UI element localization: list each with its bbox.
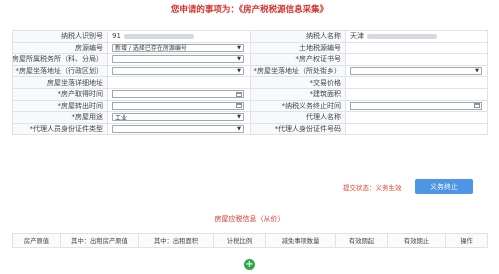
agent-id-type-select[interactable]: ▼ bbox=[112, 125, 244, 134]
tax-end-time-label: *纳税义务终止时间 bbox=[251, 100, 346, 113]
calendar-icon[interactable] bbox=[236, 91, 242, 97]
agent-name-label: 代理人名称 bbox=[251, 112, 346, 124]
masked-id-block bbox=[123, 33, 194, 39]
trade-price-field[interactable] bbox=[346, 77, 488, 89]
form-row: 纳税人识别号 91 纳税人名称 天津 bbox=[13, 31, 488, 43]
form-row: *房屋转出时间 *纳税义务终止时间 bbox=[13, 100, 488, 113]
col-header: 减免事项数量 bbox=[266, 234, 336, 248]
taxpayer-id-label: 纳税人识别号 bbox=[13, 31, 108, 43]
acquire-time-label: *房产取得时间 bbox=[13, 88, 108, 101]
agent-id-no-label: *代理人身份证件号码 bbox=[251, 123, 346, 136]
form-row: *代理人员身份证件类型 ▼ *代理人身份证件号码 bbox=[13, 123, 488, 136]
col-header: 房产原值 bbox=[13, 234, 61, 248]
masked-name-block bbox=[367, 33, 437, 39]
property-cert-label: *房产权证书号 bbox=[251, 54, 346, 66]
property-no-cell: 新增 / 选择已存在房源编号 ▼ bbox=[108, 42, 251, 55]
form-row: *房屋坐落地址（行政区划） ▼ *房屋坐落地址（所处街乡） ▼ bbox=[13, 65, 488, 78]
building-area-label: *建筑面积 bbox=[251, 88, 346, 101]
property-no-select[interactable]: 新增 / 选择已存在房源编号 ▼ bbox=[112, 43, 244, 53]
land-tax-no-label: 土地税源编号 bbox=[251, 42, 346, 55]
agent-id-type-label: *代理人员身份证件类型 bbox=[13, 123, 108, 136]
submit-status-prefix: 提交状态： bbox=[343, 184, 376, 192]
taxpayer-name-value: 天津 bbox=[346, 31, 488, 43]
trade-price-label: *交易价格 bbox=[251, 77, 346, 89]
tax-source-form: 纳税人识别号 91 纳税人名称 天津 房源编号 新增 / 选择已存在房源编号 ▼… bbox=[12, 30, 488, 136]
calendar-icon[interactable] bbox=[236, 103, 242, 109]
col-header: 操作 bbox=[446, 234, 488, 248]
col-header: 其中：出租面积 bbox=[139, 234, 214, 248]
usage-select-text: 工业 bbox=[115, 114, 128, 122]
form-row: 房屋坐落详细地址 *交易价格 bbox=[13, 77, 488, 89]
agent-name-field[interactable] bbox=[346, 112, 488, 124]
chevron-down-icon: ▼ bbox=[475, 68, 479, 75]
address-street-label: *房屋坐落地址（所处街乡） bbox=[251, 65, 346, 78]
acquire-time-input[interactable] bbox=[112, 90, 244, 99]
chevron-down-icon: ▼ bbox=[237, 68, 241, 75]
tax-end-time-cell bbox=[346, 100, 488, 113]
taxpayer-name-label: 纳税人名称 bbox=[251, 31, 346, 43]
form-row: *房屋所属税务所（科、分局） ▼ *房产权证书号 bbox=[13, 54, 488, 66]
address-detail-field[interactable] bbox=[108, 77, 251, 89]
col-header: 其中：出租房产原值 bbox=[61, 234, 139, 248]
chevron-down-icon: ▼ bbox=[237, 114, 241, 121]
taxable-info-table-header: 房产原值 其中：出租房产原值 其中：出租面积 计税比例 减免事项数量 有效期起 … bbox=[12, 233, 488, 248]
page-title: 您申请的事项为：《房产税税源信息采集》 bbox=[170, 5, 329, 15]
transfer-time-label: *房屋转出时间 bbox=[13, 100, 108, 113]
submit-status-value: 义务生效 bbox=[375, 184, 402, 192]
usage-label: *房屋用途 bbox=[13, 112, 108, 124]
property-no-select-text: 新增 / 选择已存在房源编号 bbox=[115, 45, 187, 53]
agent-id-type-cell: ▼ bbox=[108, 123, 251, 136]
tax-office-cell: ▼ bbox=[108, 54, 251, 66]
form-row: *房产取得时间 *建筑面积 bbox=[13, 88, 488, 101]
section-title: 房屋应税信息（从价） bbox=[214, 215, 285, 223]
address-street-select[interactable]: ▼ bbox=[350, 67, 482, 76]
address-street-cell: ▼ bbox=[346, 65, 488, 78]
taxpayer-name-text: 天津 bbox=[350, 32, 364, 41]
address-admin-label: *房屋坐落地址（行政区划） bbox=[13, 65, 108, 78]
form-row: *房屋用途 工业 ▼ 代理人名称 bbox=[13, 112, 488, 124]
taxpayer-id-text: 91 bbox=[112, 32, 121, 41]
calendar-icon[interactable] bbox=[474, 103, 480, 109]
tax-office-label: *房屋所属税务所（科、分局） bbox=[13, 54, 108, 66]
form-row: 房源编号 新增 / 选择已存在房源编号 ▼ 土地税源编号 bbox=[13, 42, 488, 55]
submit-status: 提交状态：义务生效 bbox=[343, 182, 402, 192]
tax-end-time-input[interactable] bbox=[350, 101, 482, 110]
property-no-label: 房源编号 bbox=[13, 42, 108, 55]
address-admin-cell: ▼ bbox=[108, 65, 251, 78]
taxpayer-id-value: 91 bbox=[108, 31, 251, 43]
address-detail-label: 房屋坐落详细地址 bbox=[13, 77, 108, 89]
building-area-field[interactable] bbox=[346, 88, 488, 101]
property-cert-field[interactable] bbox=[346, 54, 488, 66]
chevron-down-icon: ▼ bbox=[237, 44, 241, 51]
usage-cell: 工业 ▼ bbox=[108, 112, 251, 124]
chevron-down-icon: ▼ bbox=[237, 126, 241, 133]
land-tax-no-field[interactable] bbox=[346, 42, 488, 55]
transfer-time-cell bbox=[108, 100, 251, 113]
col-header: 有效期止 bbox=[388, 234, 446, 248]
col-header: 计税比例 bbox=[214, 234, 266, 248]
plus-circle-icon[interactable]: + bbox=[244, 259, 255, 270]
col-header: 有效期起 bbox=[336, 234, 388, 248]
transfer-time-input[interactable] bbox=[112, 101, 244, 110]
chevron-down-icon: ▼ bbox=[237, 56, 241, 63]
usage-select[interactable]: 工业 ▼ bbox=[112, 113, 244, 122]
acquire-time-cell bbox=[108, 88, 251, 101]
tax-office-select[interactable]: ▼ bbox=[112, 55, 244, 64]
terminate-obligation-button[interactable]: 义务终止 bbox=[415, 179, 473, 194]
address-admin-select[interactable]: ▼ bbox=[112, 67, 244, 76]
agent-id-no-field[interactable] bbox=[346, 123, 488, 136]
